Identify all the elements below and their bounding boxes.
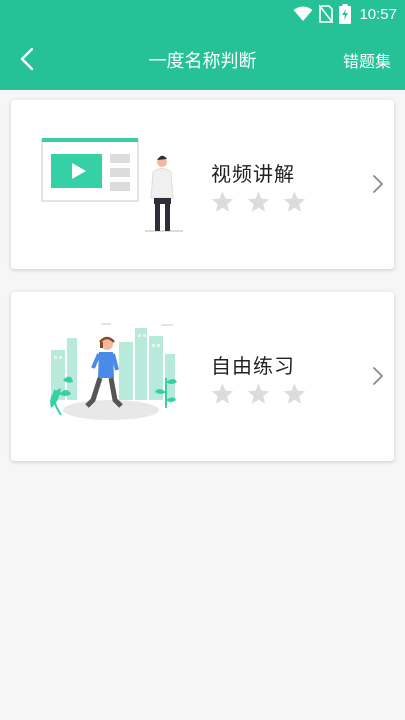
star-icon: [247, 191, 270, 212]
star-icon: [247, 383, 270, 404]
status-icons: 10:57: [293, 3, 397, 25]
star-icon: [283, 191, 306, 212]
star-icon: [283, 383, 306, 404]
video-lesson-illustration: [41, 138, 183, 232]
battery-charging-icon: [339, 4, 352, 24]
free-practice-card[interactable]: 自由练习: [11, 292, 394, 461]
no-sim-icon: [319, 5, 334, 23]
walking-person-illustration: [50, 323, 177, 420]
app-bar: 一度名称判断 错题集: [0, 28, 405, 90]
status-time: 10:57: [359, 5, 397, 23]
video-lesson-card[interactable]: 视频讲解: [11, 100, 394, 269]
star-icon: [211, 191, 234, 212]
wifi-icon: [293, 6, 313, 21]
star-icon: [211, 383, 234, 404]
chevron-right-icon: [373, 367, 384, 385]
status-bar: 10:57: [0, 0, 405, 28]
rating-stars: [210, 382, 307, 406]
card-title: 视频讲解: [211, 162, 295, 186]
wrong-questions-button[interactable]: 错题集: [343, 48, 391, 72]
rating-stars: [210, 190, 307, 214]
card-title: 自由练习: [211, 354, 295, 378]
chevron-right-icon: [373, 175, 384, 193]
